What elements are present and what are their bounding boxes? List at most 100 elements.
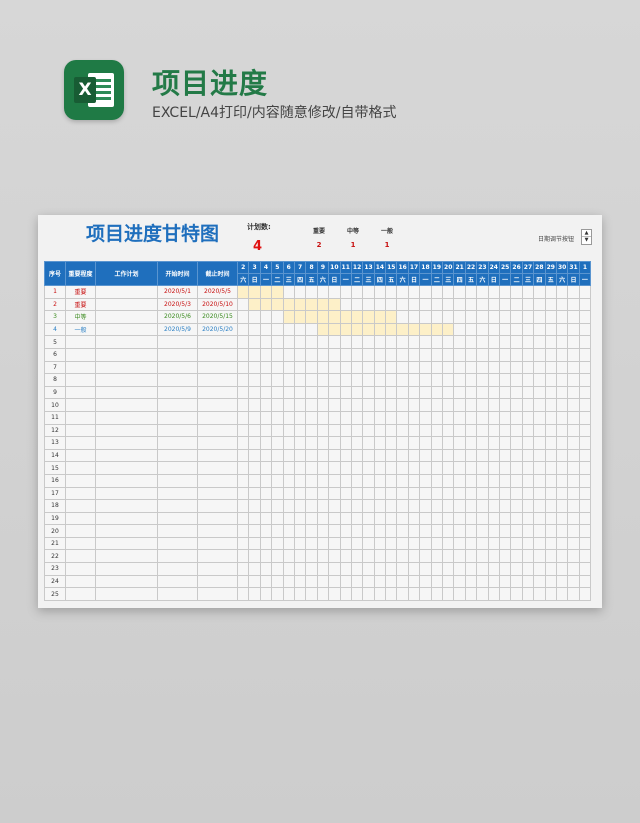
gantt-cell[interactable] (362, 347, 375, 362)
row-number-cell[interactable]: 13 (44, 436, 66, 450)
gantt-cell[interactable] (555, 373, 569, 387)
gantt-cell[interactable] (544, 461, 557, 475)
gantt-cell[interactable] (521, 423, 535, 438)
empty-cell[interactable] (197, 562, 238, 576)
gantt-cell[interactable] (555, 385, 569, 400)
task-plan-cell[interactable] (95, 310, 158, 324)
gantt-cell[interactable] (282, 297, 295, 312)
gantt-cell[interactable] (430, 473, 444, 488)
empty-cell[interactable] (157, 473, 198, 488)
gantt-cell[interactable] (533, 360, 546, 375)
gantt-cell[interactable] (487, 297, 501, 312)
gantt-cell[interactable] (385, 448, 398, 463)
task-end-cell[interactable]: 2020/5/5 (197, 285, 238, 299)
gantt-cell[interactable] (362, 499, 375, 513)
gantt-cell[interactable] (555, 549, 569, 564)
empty-cell[interactable] (95, 347, 158, 362)
gantt-cell[interactable] (578, 297, 592, 312)
gantt-cell[interactable] (544, 486, 557, 501)
gantt-cell[interactable] (533, 398, 546, 412)
gantt-cell[interactable] (339, 322, 352, 337)
gantt-cell[interactable] (373, 511, 387, 526)
gantt-cell[interactable] (464, 574, 478, 589)
gantt-cell[interactable] (305, 322, 318, 337)
gantt-cell[interactable] (533, 285, 546, 299)
gantt-cell[interactable] (328, 524, 341, 538)
gantt-cell[interactable] (293, 486, 307, 501)
gantt-cell[interactable] (407, 373, 421, 387)
gantt-cell[interactable] (316, 511, 330, 526)
gantt-cell[interactable] (498, 486, 512, 501)
gantt-cell[interactable] (430, 486, 444, 501)
gantt-cell[interactable] (555, 473, 569, 488)
row-number-cell[interactable]: 23 (44, 562, 66, 576)
task-level-cell[interactable]: 中等 (65, 310, 96, 324)
gantt-cell[interactable] (442, 473, 455, 488)
gantt-cell[interactable] (396, 285, 409, 299)
gantt-cell[interactable] (464, 360, 478, 375)
row-number-cell[interactable]: 14 (44, 448, 66, 463)
gantt-cell[interactable] (442, 448, 455, 463)
gantt-cell[interactable] (293, 562, 307, 576)
gantt-cell[interactable] (236, 385, 250, 400)
gantt-cell[interactable] (362, 448, 375, 463)
empty-cell[interactable] (95, 335, 158, 349)
gantt-cell[interactable] (578, 373, 592, 387)
gantt-cell[interactable] (316, 549, 330, 564)
gantt-cell[interactable] (521, 373, 535, 387)
gantt-cell[interactable] (396, 385, 409, 400)
gantt-cell[interactable] (567, 423, 580, 438)
gantt-cell[interactable] (442, 310, 455, 324)
gantt-cell[interactable] (544, 360, 557, 375)
gantt-cell[interactable] (407, 297, 421, 312)
gantt-cell[interactable] (464, 549, 478, 564)
gantt-cell[interactable] (419, 385, 432, 400)
empty-cell[interactable] (157, 373, 198, 387)
empty-cell[interactable] (95, 360, 158, 375)
gantt-cell[interactable] (453, 373, 466, 387)
gantt-cell[interactable] (328, 499, 341, 513)
gantt-cell[interactable] (419, 511, 432, 526)
gantt-cell[interactable] (271, 436, 284, 450)
gantt-cell[interactable] (396, 410, 409, 425)
gantt-cell[interactable] (305, 536, 318, 551)
gantt-cell[interactable] (236, 347, 250, 362)
gantt-cell[interactable] (248, 310, 261, 324)
gantt-cell[interactable] (293, 347, 307, 362)
row-number-cell[interactable]: 10 (44, 398, 66, 412)
gantt-cell[interactable] (578, 360, 592, 375)
gantt-cell[interactable] (373, 499, 387, 513)
gantt-cell[interactable] (567, 562, 580, 576)
gantt-cell[interactable] (476, 473, 489, 488)
gantt-cell[interactable] (305, 410, 318, 425)
gantt-cell[interactable] (430, 310, 444, 324)
gantt-cell[interactable] (236, 335, 250, 349)
row-number-cell[interactable]: 22 (44, 549, 66, 564)
gantt-cell[interactable] (544, 398, 557, 412)
gantt-cell[interactable] (305, 473, 318, 488)
gantt-cell[interactable] (533, 436, 546, 450)
gantt-cell[interactable] (419, 587, 432, 601)
gantt-cell[interactable] (385, 385, 398, 400)
empty-cell[interactable] (65, 511, 96, 526)
gantt-cell[interactable] (396, 461, 409, 475)
task-end-cell[interactable]: 2020/5/15 (197, 310, 238, 324)
gantt-cell[interactable] (248, 347, 261, 362)
gantt-cell[interactable] (259, 587, 273, 601)
gantt-cell[interactable] (464, 297, 478, 312)
gantt-cell[interactable] (533, 347, 546, 362)
gantt-cell[interactable] (476, 347, 489, 362)
gantt-cell[interactable] (476, 587, 489, 601)
gantt-cell[interactable] (533, 574, 546, 589)
gantt-cell[interactable] (487, 511, 501, 526)
gantt-cell[interactable] (555, 536, 569, 551)
gantt-cell[interactable] (339, 574, 352, 589)
gantt-cell[interactable] (555, 461, 569, 475)
gantt-cell[interactable] (430, 448, 444, 463)
gantt-cell[interactable] (510, 536, 523, 551)
empty-cell[interactable] (197, 448, 238, 463)
gantt-cell[interactable] (544, 310, 557, 324)
gantt-cell[interactable] (487, 436, 501, 450)
gantt-cell[interactable] (248, 587, 261, 601)
gantt-cell[interactable] (305, 499, 318, 513)
